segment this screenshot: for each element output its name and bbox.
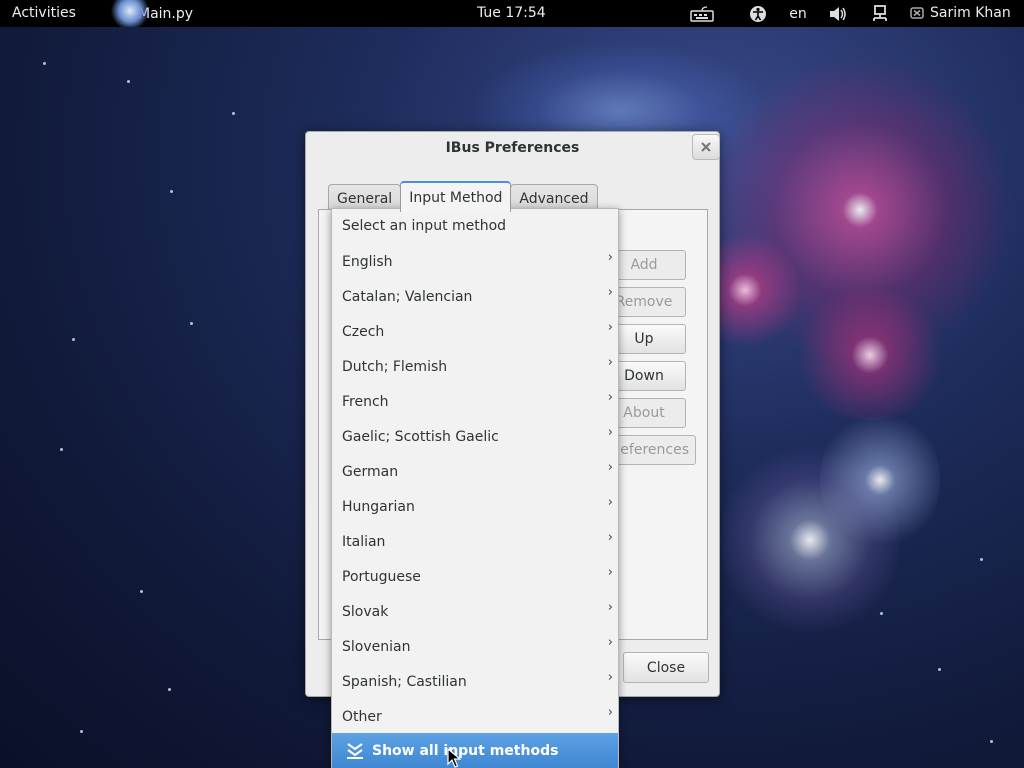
star — [60, 448, 63, 451]
chevron-right-icon: › — [607, 355, 613, 370]
menu-item-french[interactable]: French › — [332, 384, 618, 419]
user-menu[interactable]: Sarim Khan — [910, 5, 1011, 21]
accessibility-indicator[interactable] — [746, 0, 770, 27]
chevron-right-icon: › — [607, 600, 613, 615]
star — [140, 590, 143, 593]
volume-icon — [830, 6, 846, 21]
menu-item-gaelic[interactable]: Gaelic; Scottish Gaelic › — [332, 419, 618, 454]
menu-item-portuguese[interactable]: Portuguese › — [332, 559, 618, 594]
show-all-label: Show all input methods — [372, 743, 559, 759]
user-name: Sarim Khan — [930, 5, 1011, 21]
star — [880, 612, 883, 615]
star — [980, 558, 983, 561]
accessibility-icon — [750, 5, 766, 22]
menu-item-spanish[interactable]: Spanish; Castilian › — [332, 664, 618, 699]
chevron-right-icon: › — [607, 285, 613, 300]
chevron-right-icon: › — [607, 495, 613, 510]
star — [990, 740, 993, 743]
chevron-right-icon: › — [607, 635, 613, 650]
chevron-right-icon: › — [607, 705, 613, 720]
chevron-right-icon: › — [607, 565, 613, 580]
input-method-menu: Select an input method English › Catalan… — [331, 208, 619, 768]
firework-white-right — [820, 400, 940, 560]
menu-item-slovak[interactable]: Slovak › — [332, 594, 618, 629]
volume-indicator[interactable] — [826, 0, 850, 27]
chevron-right-icon: › — [607, 460, 613, 475]
network-wired-icon — [873, 4, 887, 21]
mouse-pointer-icon — [447, 748, 461, 768]
menu-item-dutch[interactable]: Dutch; Flemish › — [332, 349, 618, 384]
chevron-right-icon: › — [607, 390, 613, 405]
language-indicator[interactable]: en — [784, 0, 812, 27]
star — [232, 112, 235, 115]
star — [80, 730, 83, 733]
firework-white-bottom — [720, 440, 900, 640]
menu-item-catalan[interactable]: Catalan; Valencian › — [332, 279, 618, 314]
menu-item-german[interactable]: German › — [332, 454, 618, 489]
star — [938, 668, 941, 671]
star — [43, 62, 46, 65]
close-icon — [701, 142, 711, 152]
chevron-right-icon: › — [607, 320, 613, 335]
menu-item-other[interactable]: Other › — [332, 699, 618, 734]
top-bar: Activities Main.py Tue 17:54 en Sarim Kh… — [0, 0, 1024, 27]
menu-item-hungarian[interactable]: Hungarian › — [332, 489, 618, 524]
chevron-right-icon: › — [607, 250, 613, 265]
tab-bar: General Input Method Advanced — [328, 181, 598, 213]
app-menu[interactable]: Main.py — [108, 0, 193, 27]
window-close-button[interactable] — [692, 134, 720, 160]
chevron-right-icon: › — [607, 670, 613, 685]
user-offline-icon — [910, 7, 924, 19]
language-label: en — [789, 5, 807, 22]
menu-header: Select an input method — [342, 218, 507, 234]
star — [127, 80, 130, 83]
star — [190, 322, 193, 325]
menu-item-italian[interactable]: Italian › — [332, 524, 618, 559]
expand-down-icon — [347, 743, 363, 759]
firework-magenta-large — [700, 60, 1020, 360]
dialog-title: IBus Preferences — [445, 140, 580, 156]
star — [168, 688, 171, 691]
network-indicator[interactable] — [868, 0, 892, 27]
close-button[interactable]: Close — [623, 652, 709, 683]
keyboard-indicator[interactable] — [688, 0, 716, 27]
menu-item-czech[interactable]: Czech › — [332, 314, 618, 349]
menu-item-slovenian[interactable]: Slovenian › — [332, 629, 618, 664]
show-all-input-methods-button[interactable]: Show all input methods — [332, 733, 618, 768]
activities-button[interactable]: Activities — [12, 5, 76, 21]
chevron-right-icon: › — [607, 425, 613, 440]
chevron-right-icon: › — [607, 530, 613, 545]
tab-input-method[interactable]: Input Method — [400, 181, 512, 212]
clock[interactable]: Tue 17:54 — [477, 5, 546, 21]
star — [170, 190, 173, 193]
star — [72, 338, 75, 341]
keyboard-icon — [690, 5, 714, 22]
app-icon — [108, 0, 148, 27]
menu-item-english[interactable]: English › — [332, 244, 618, 279]
firework-magenta-mid — [790, 290, 950, 420]
